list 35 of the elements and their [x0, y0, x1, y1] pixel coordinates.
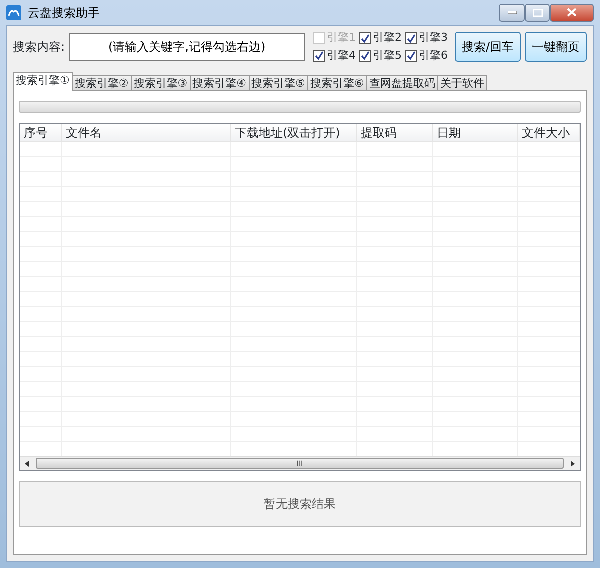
- right-arrow-icon: [571, 460, 575, 466]
- no-results-text: 暂无搜索结果: [264, 496, 336, 513]
- search-button[interactable]: 搜索/回车: [455, 32, 522, 62]
- column-header[interactable]: 日期: [433, 124, 518, 142]
- close-button[interactable]: [550, 4, 594, 22]
- column-header[interactable]: 序号: [20, 124, 62, 142]
- left-arrow-icon: [25, 460, 29, 466]
- column-header[interactable]: 文件名: [62, 124, 231, 142]
- tab[interactable]: 搜索引擎⑥: [307, 75, 368, 91]
- maximize-icon: [532, 8, 542, 16]
- column-header[interactable]: 提取码: [357, 124, 433, 142]
- search-label: 搜索内容:: [13, 39, 66, 56]
- tab[interactable]: 搜索引擎①: [13, 72, 73, 91]
- minimize-button[interactable]: [499, 4, 525, 22]
- tab[interactable]: 关于软件: [437, 75, 488, 91]
- engine-checkbox[interactable]: 引擎6: [405, 48, 452, 64]
- engine-checkbox[interactable]: 引擎2: [359, 30, 406, 46]
- column-header[interactable]: 文件大小: [518, 124, 580, 142]
- column-header[interactable]: 下载地址(双击打开): [231, 124, 357, 142]
- minimize-icon: [508, 10, 516, 14]
- tab[interactable]: 搜索引擎⑤: [248, 75, 308, 91]
- window-title: 云盘搜索助手: [28, 4, 100, 22]
- checkmark-icon: [314, 51, 324, 60]
- next-page-button[interactable]: 一键翻页: [525, 32, 588, 62]
- search-field[interactable]: (请输入关键字,记得勾选右边): [69, 33, 306, 61]
- tab[interactable]: 查网盘提取码: [366, 75, 438, 91]
- engine-checkbox[interactable]: 引擎3: [405, 30, 452, 46]
- app-icon: [6, 4, 22, 20]
- tab[interactable]: 搜索引擎③: [130, 75, 191, 91]
- tab[interactable]: 搜索引擎②: [72, 75, 132, 91]
- engine-checkbox[interactable]: 引擎4: [313, 48, 360, 64]
- maximize-button[interactable]: [525, 4, 550, 22]
- engine-checkbox[interactable]: 引擎5: [359, 48, 406, 64]
- close-icon: [567, 8, 577, 17]
- tab[interactable]: 搜索引擎④: [190, 75, 250, 91]
